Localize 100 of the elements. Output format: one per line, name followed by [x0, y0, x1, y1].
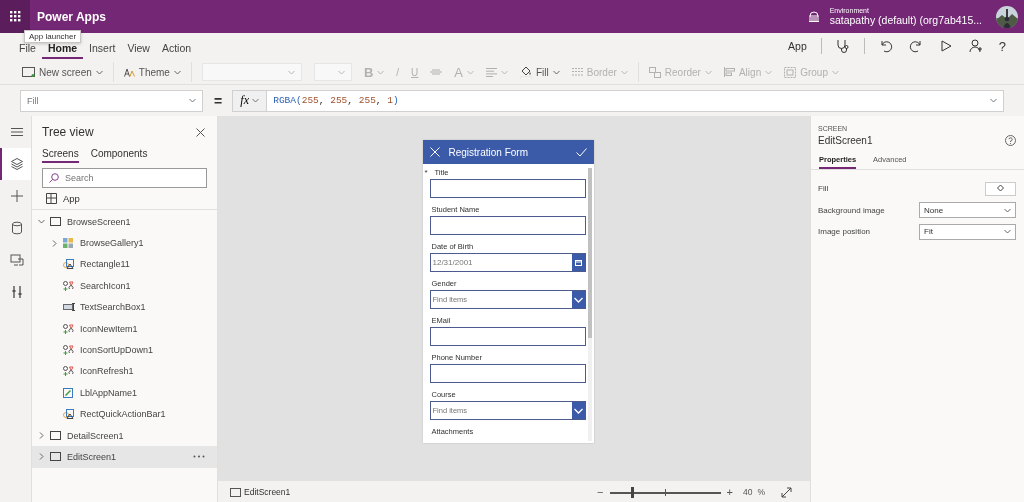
new-screen-button[interactable]: New screen: [17, 62, 108, 82]
caret-icon: [1004, 229, 1011, 235]
function-button[interactable]: fx: [232, 89, 268, 112]
tree-item[interactable]: DetailScreen1: [32, 424, 217, 447]
icons-icon: [63, 280, 74, 291]
border-icon: [571, 68, 583, 76]
caret-icon: [765, 69, 773, 75]
caret-icon: [552, 69, 560, 75]
search-field[interactable]: Search: [42, 168, 207, 188]
tree-tab[interactable]: Components: [90, 148, 148, 163]
icons-icon: [63, 366, 74, 377]
tree-item-label: IconSortUpDown1: [80, 345, 154, 356]
reorder-icon: [648, 66, 661, 78]
search-icon: [49, 173, 59, 183]
text-field[interactable]: [429, 216, 586, 235]
tree-item[interactable]: BrowseScreen1: [32, 211, 217, 233]
control-name: EditScreen1: [818, 135, 873, 146]
caret-icon: [467, 69, 474, 75]
app-launcher-button[interactable]: [0, 0, 30, 33]
text-field[interactable]: [429, 179, 586, 198]
theme-icon: [123, 67, 135, 77]
zoom-in-button[interactable]: +: [726, 486, 733, 498]
shape-icon: [63, 409, 74, 420]
tree-item[interactable]: App: [32, 188, 217, 210]
caret-icon: [173, 69, 181, 75]
fill-button[interactable]: Fill: [515, 62, 565, 82]
tree-item-label: BrowseGallery1: [80, 238, 144, 249]
label-icon: [63, 387, 73, 398]
text-field[interactable]: [429, 364, 586, 383]
property-dropdown[interactable]: None: [919, 202, 1016, 219]
checkmark-icon[interactable]: [575, 147, 587, 157]
tree-item-label: TextSearchBox1: [80, 302, 146, 313]
panel-title: Tree view: [42, 125, 94, 139]
text-align-icon: [486, 67, 497, 77]
formula-text: RGBA(255, 255, 255, 1): [273, 95, 399, 106]
tree-item[interactable]: SearchIcon1: [32, 275, 217, 297]
tree-item[interactable]: IconSortUpDown1: [32, 339, 217, 361]
tree-item-label: EditScreen1: [67, 452, 117, 462]
date-field[interactable]: 12/31/2001: [429, 253, 586, 272]
text-field[interactable]: [429, 327, 586, 346]
tree-item[interactable]: LblAppName1: [32, 382, 217, 404]
environment-name[interactable]: satapathy (default) (org7ab415...: [829, 14, 982, 26]
undo-icon[interactable]: [878, 39, 893, 53]
help-button[interactable]: ?: [998, 38, 1006, 54]
icons-icon: [63, 345, 74, 356]
color-picker-button[interactable]: [985, 181, 1016, 196]
tree-item-label: SearchIcon1: [80, 280, 131, 291]
menu-tab[interactable]: Action: [155, 38, 198, 59]
zoom-out-button[interactable]: −: [597, 486, 604, 498]
paint-bucket-icon: [520, 65, 532, 79]
screen-icon: [50, 431, 61, 441]
more-icon[interactable]: [193, 455, 205, 459]
equals-sign: =: [214, 92, 223, 109]
tree-item[interactable]: IconRefresh1: [32, 360, 217, 383]
gallery-icon: [63, 238, 73, 249]
caret-icon: [832, 69, 839, 75]
caret-icon: [337, 69, 345, 75]
caret-icon: [252, 98, 259, 103]
slider-thumb[interactable]: [630, 486, 634, 498]
fit-to-window-icon[interactable]: [781, 486, 792, 498]
close-icon[interactable]: [196, 127, 205, 137]
app-title: Power Apps: [37, 9, 106, 24]
tree-item[interactable]: IconNewItem1: [32, 317, 217, 340]
formula-field[interactable]: RGBA(255, 255, 255, 1): [267, 89, 1004, 112]
property-dropdown[interactable]: Fit: [919, 223, 1016, 240]
tooltip: App launcher: [24, 30, 82, 43]
menu-tab[interactable]: Home: [41, 38, 84, 59]
play-icon[interactable]: [938, 39, 953, 53]
caret-icon: [704, 69, 712, 75]
property-label: Fill: [818, 184, 829, 194]
menu-tab[interactable]: Insert: [83, 38, 122, 59]
calendar-button[interactable]: [571, 254, 585, 271]
person-add-icon[interactable]: [968, 39, 983, 53]
tree-item-label: IconNewItem1: [80, 323, 138, 334]
screen-name: EditScreen1: [244, 487, 291, 497]
tree-item[interactable]: BrowseGallery1: [32, 232, 217, 254]
strikethrough-icon: [430, 69, 443, 75]
app-icon: [46, 193, 57, 204]
menu-tab[interactable]: View: [121, 38, 156, 59]
tree-item[interactable]: Rectangle11: [32, 253, 217, 276]
redo-icon[interactable]: [908, 39, 923, 53]
screen-icon: [50, 452, 61, 462]
stethoscope-icon[interactable]: [835, 39, 850, 53]
tree-item[interactable]: RectQuickActionBar1: [32, 403, 217, 425]
app-menu-button[interactable]: App: [788, 40, 807, 52]
caret-icon: [1004, 207, 1011, 213]
property-dropdown[interactable]: Fill: [20, 89, 203, 112]
help-icon[interactable]: [1005, 135, 1016, 146]
tree-tab[interactable]: Screens: [42, 148, 79, 163]
tree-item-label: Rectangle11: [80, 259, 130, 270]
tree-item[interactable]: EditScreen1: [32, 446, 217, 468]
chevron-down-icon: [573, 296, 583, 303]
layers-icon[interactable]: [0, 148, 31, 180]
chevron-down-icon: [573, 407, 583, 414]
shape-icon: [63, 259, 74, 270]
tree-item[interactable]: TextSearchBox1: [32, 296, 217, 318]
scrollbar[interactable]: [587, 168, 592, 441]
text-input-icon: [63, 303, 76, 312]
screen-icon: [22, 67, 35, 77]
theme-button[interactable]: Theme: [118, 62, 186, 82]
